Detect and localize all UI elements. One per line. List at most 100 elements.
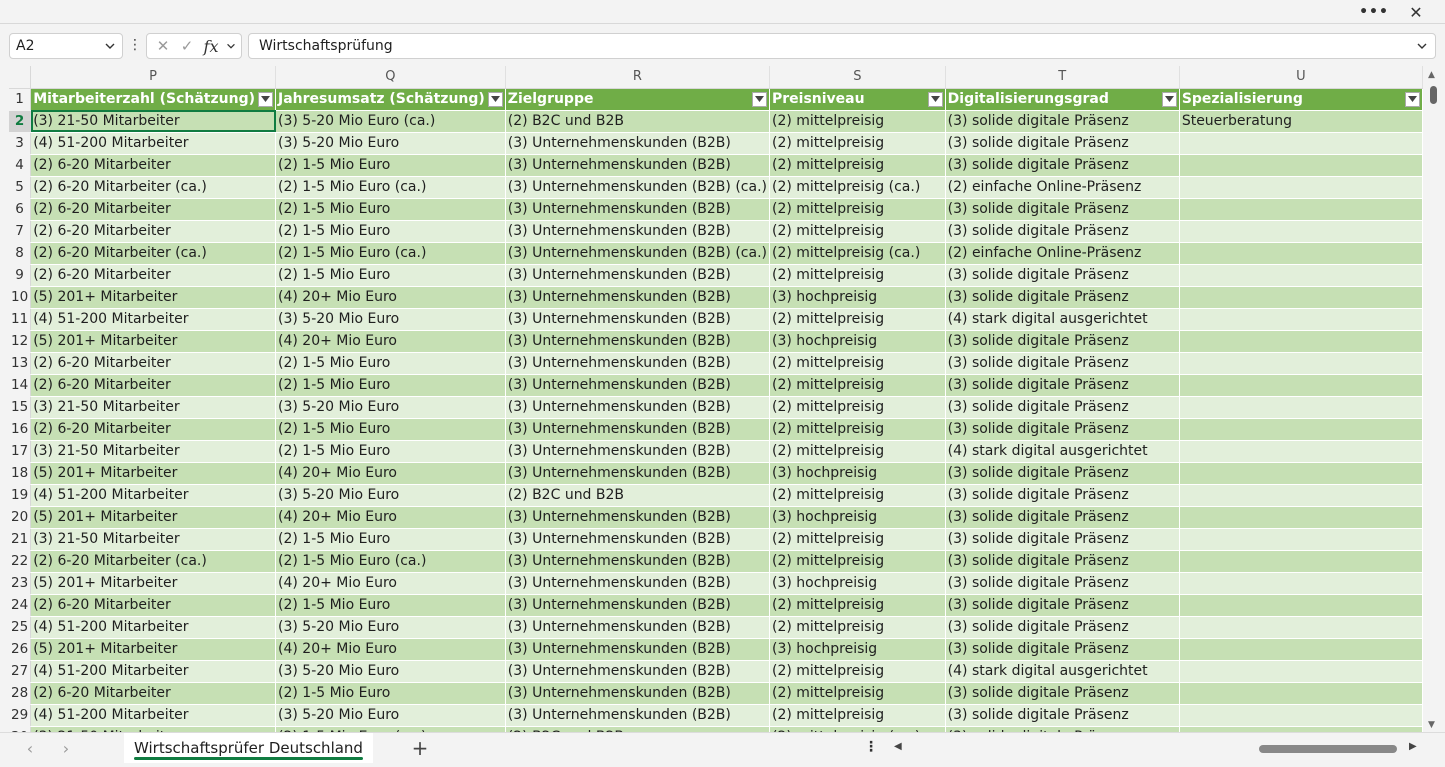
table-cell[interactable]: (2) 6-20 Mitarbeiter — [30, 374, 276, 397]
row-number[interactable]: 14 — [9, 374, 32, 397]
table-cell[interactable]: (2) mittelpreisig — [769, 682, 946, 705]
vertical-scrollbar[interactable]: ▲ ▼ — [1426, 66, 1440, 732]
table-cell[interactable]: (3) Unternehmenskunden (B2B) — [505, 352, 770, 375]
table-cell[interactable] — [1179, 242, 1423, 265]
table-cell[interactable]: (2) 1-5 Mio Euro (ca.) — [275, 550, 506, 573]
row-number[interactable]: 16 — [9, 418, 32, 441]
table-cell[interactable] — [1179, 550, 1423, 573]
row-number[interactable]: 23 — [9, 572, 32, 595]
table-cell[interactable]: (3) hochpreisig — [769, 286, 946, 309]
table-cell[interactable]: (3) Unternehmenskunden (B2B) — [505, 550, 770, 573]
table-cell[interactable] — [1179, 286, 1423, 309]
table-cell[interactable]: (3) solide digitale Präsenz — [945, 484, 1180, 507]
table-cell[interactable] — [1179, 176, 1423, 199]
scroll-right-icon[interactable]: ▶ — [1409, 741, 1417, 752]
row-number[interactable]: 3 — [9, 132, 32, 155]
row-number[interactable]: 24 — [9, 594, 32, 617]
table-cell[interactable]: (3) Unternehmenskunden (B2B) — [505, 638, 770, 661]
table-cell[interactable]: (5) 201+ Mitarbeiter — [30, 572, 276, 595]
row-number[interactable]: 22 — [9, 550, 32, 573]
table-cell[interactable]: (2) 6-20 Mitarbeiter — [30, 594, 276, 617]
table-cell[interactable]: (2) 1-5 Mio Euro — [275, 198, 506, 221]
table-cell[interactable]: (4) stark digital ausgerichtet — [945, 440, 1180, 463]
table-cell[interactable]: (4) 20+ Mio Euro — [275, 462, 506, 485]
table-header-cell[interactable]: Preisniveau — [769, 88, 946, 111]
row-number[interactable]: 4 — [9, 154, 32, 177]
table-cell[interactable] — [1179, 308, 1423, 331]
table-cell[interactable]: (3) solide digitale Präsenz — [945, 110, 1180, 133]
table-cell[interactable]: (2) mittelpreisig — [769, 308, 946, 331]
table-cell[interactable]: (2) B2C und B2B — [505, 484, 770, 507]
table-cell[interactable]: (3) solide digitale Präsenz — [945, 286, 1180, 309]
table-cell[interactable]: (2) 1-5 Mio Euro — [275, 440, 506, 463]
table-cell[interactable]: (2) 6-20 Mitarbeiter — [30, 198, 276, 221]
table-cell[interactable]: (3) 21-50 Mitarbeiter — [30, 440, 276, 463]
table-cell[interactable]: (3) solide digitale Präsenz — [945, 682, 1180, 705]
table-cell[interactable]: (3) Unternehmenskunden (B2B) — [505, 396, 770, 419]
table-cell[interactable]: (3) Unternehmenskunden (B2B) — [505, 286, 770, 309]
table-cell[interactable]: (3) solide digitale Präsenz — [945, 154, 1180, 177]
table-cell[interactable]: (3) solide digitale Präsenz — [945, 396, 1180, 419]
scrollbar-thumb[interactable] — [1430, 86, 1437, 104]
table-cell[interactable] — [1179, 660, 1423, 683]
table-cell[interactable]: (2) 1-5 Mio Euro — [275, 682, 506, 705]
table-cell[interactable]: (3) 5-20 Mio Euro — [275, 132, 506, 155]
table-cell[interactable]: (3) solide digitale Präsenz — [945, 198, 1180, 221]
table-cell[interactable]: (2) mittelpreisig — [769, 154, 946, 177]
table-cell[interactable]: (3) Unternehmenskunden (B2B) — [505, 418, 770, 441]
table-cell[interactable]: (2) mittelpreisig — [769, 440, 946, 463]
table-cell[interactable] — [1179, 220, 1423, 243]
table-cell[interactable] — [1179, 132, 1423, 155]
table-cell[interactable]: (3) 21-50 Mitarbeiter — [30, 396, 276, 419]
row-number[interactable]: 18 — [9, 462, 32, 485]
table-cell[interactable]: (3) Unternehmenskunden (B2B) — [505, 660, 770, 683]
table-cell[interactable]: (3) Unternehmenskunden (B2B) — [505, 528, 770, 551]
filter-dropdown-icon[interactable] — [1161, 91, 1177, 107]
sheet-tab-active[interactable]: Wirtschaftsprüfer Deutschland — [124, 733, 373, 763]
table-cell[interactable]: (2) 1-5 Mio Euro — [275, 374, 506, 397]
table-cell[interactable]: (2) mittelpreisig — [769, 704, 946, 727]
table-cell[interactable]: (2) mittelpreisig (ca.) — [769, 242, 946, 265]
table-cell[interactable]: (3) solide digitale Präsenz — [945, 638, 1180, 661]
table-cell[interactable]: (3) solide digitale Präsenz — [945, 132, 1180, 155]
table-cell[interactable]: (2) einfache Online-Präsenz — [945, 242, 1180, 265]
table-cell[interactable] — [1179, 154, 1423, 177]
row-number[interactable]: 9 — [9, 264, 32, 287]
table-cell[interactable]: (2) 1-5 Mio Euro (ca.) — [275, 176, 506, 199]
table-cell[interactable] — [1179, 594, 1423, 617]
table-cell[interactable]: (3) 21-50 Mitarbeiter — [30, 110, 276, 133]
table-cell[interactable]: (2) mittelpreisig — [769, 264, 946, 287]
table-cell[interactable]: (3) solide digitale Präsenz — [945, 572, 1180, 595]
table-cell[interactable]: (2) mittelpreisig — [769, 528, 946, 551]
table-cell[interactable]: (2) 1-5 Mio Euro — [275, 418, 506, 441]
table-cell[interactable]: (2) 1-5 Mio Euro (ca.) — [275, 242, 506, 265]
table-cell[interactable]: (2) 6-20 Mitarbeiter — [30, 682, 276, 705]
table-cell[interactable]: (4) 51-200 Mitarbeiter — [30, 660, 276, 683]
table-cell[interactable]: (2) mittelpreisig — [769, 198, 946, 221]
table-cell[interactable]: (3) solide digitale Präsenz — [945, 330, 1180, 353]
row-number[interactable]: 13 — [9, 352, 32, 375]
filter-dropdown-icon[interactable] — [927, 91, 943, 107]
table-cell[interactable]: (2) mittelpreisig (ca.) — [769, 176, 946, 199]
row-number[interactable]: 21 — [9, 528, 32, 551]
table-cell[interactable]: (2) 6-20 Mitarbeiter — [30, 220, 276, 243]
table-cell[interactable]: (2) mittelpreisig — [769, 396, 946, 419]
table-cell[interactable]: (3) hochpreisig — [769, 506, 946, 529]
table-cell[interactable]: (3) solide digitale Präsenz — [945, 550, 1180, 573]
table-cell[interactable]: (5) 201+ Mitarbeiter — [30, 506, 276, 529]
table-header-cell[interactable]: Jahresumsatz (Schätzung) — [275, 88, 506, 111]
table-cell[interactable]: (2) 1-5 Mio Euro — [275, 154, 506, 177]
row-number[interactable]: 1 — [9, 88, 32, 111]
table-cell[interactable]: Steuerberatung — [1179, 110, 1423, 133]
table-cell[interactable] — [1179, 616, 1423, 639]
chevron-down-icon[interactable] — [103, 39, 117, 53]
row-number[interactable]: 19 — [9, 484, 32, 507]
table-cell[interactable] — [1179, 638, 1423, 661]
table-cell[interactable]: (2) 1-5 Mio Euro — [275, 594, 506, 617]
table-cell[interactable]: (4) stark digital ausgerichtet — [945, 308, 1180, 331]
table-cell[interactable] — [1179, 572, 1423, 595]
table-cell[interactable]: (3) Unternehmenskunden (B2B) — [505, 154, 770, 177]
table-cell[interactable] — [1179, 506, 1423, 529]
row-number[interactable]: 5 — [9, 176, 32, 199]
table-cell[interactable]: (3) Unternehmenskunden (B2B) — [505, 308, 770, 331]
